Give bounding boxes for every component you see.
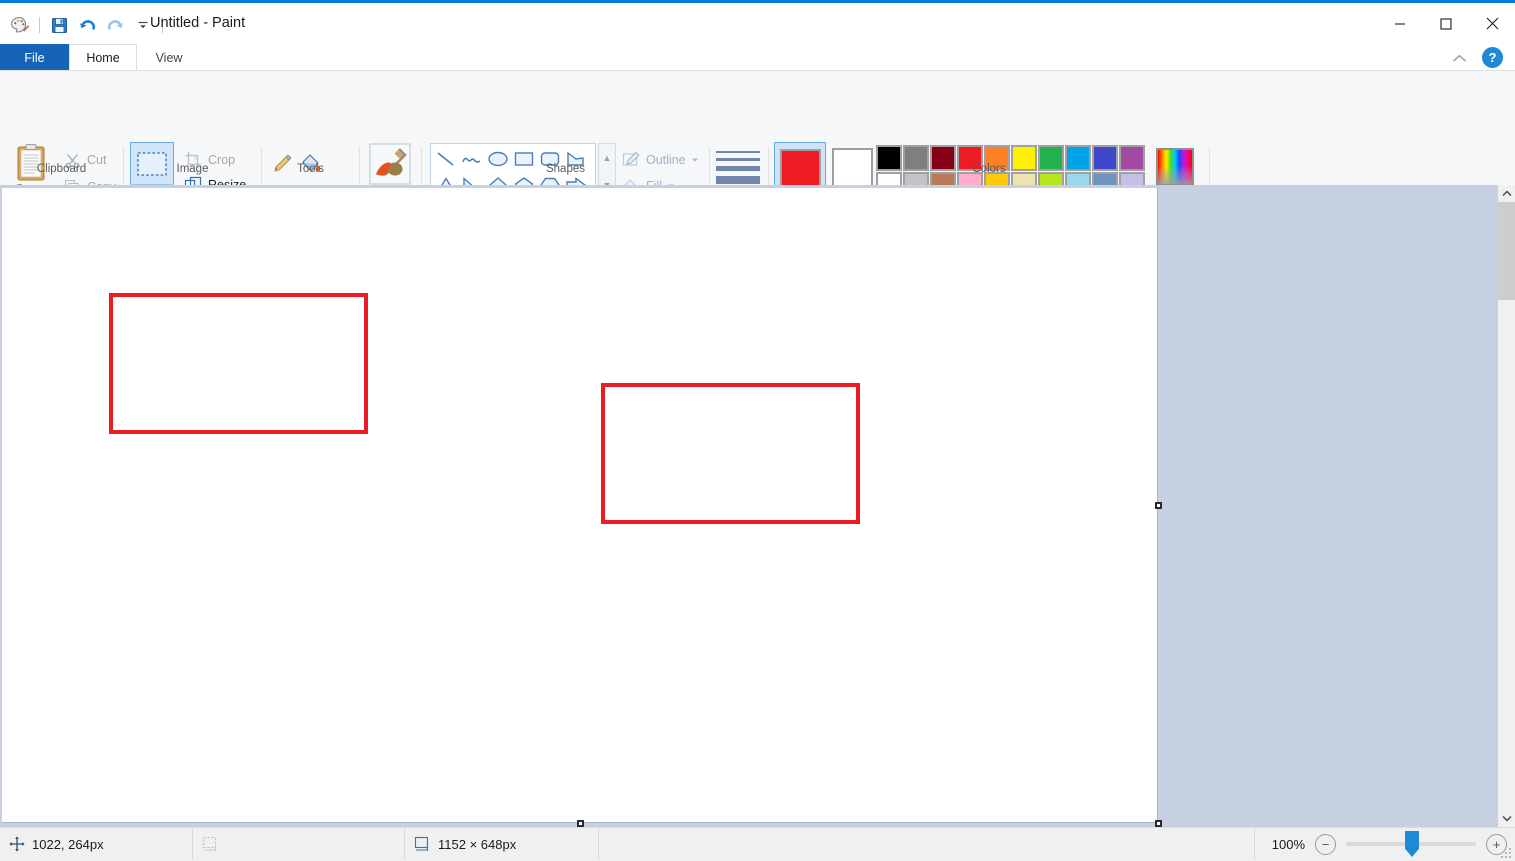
selection-size-field	[193, 828, 405, 860]
window-resize-grip[interactable]	[1501, 847, 1513, 859]
group-label-clipboard: Clipboard	[36, 163, 87, 175]
close-button[interactable]	[1469, 3, 1515, 44]
scroll-up-button[interactable]	[1498, 185, 1515, 202]
selection-size-icon	[202, 836, 217, 851]
zoom-level-label: 100%	[1271, 836, 1305, 852]
tab-home[interactable]: Home	[69, 44, 137, 71]
status-spacer	[599, 828, 1255, 860]
ribbon-tabs: File Home View	[0, 44, 1515, 71]
group-label-tools: Tools	[297, 163, 324, 175]
scroll-down-button[interactable]	[1498, 810, 1515, 827]
save-icon[interactable]	[45, 12, 73, 38]
image-size-field: 1152 × 648px	[405, 828, 599, 860]
status-bar: 1022, 264px 1152 × 648px 100% − +	[0, 827, 1515, 861]
image-size-value: 1152 × 648px	[438, 836, 517, 852]
image-size-icon	[414, 836, 429, 851]
group-label-colors: Colors	[972, 163, 1006, 175]
zoom-out-button[interactable]: −	[1315, 833, 1336, 855]
red-rectangle-2	[601, 383, 860, 524]
canvas-resize-handle-corner[interactable]	[1155, 820, 1162, 827]
title-bar: Untitled - Paint	[0, 3, 1515, 44]
canvas-resize-handle-right[interactable]	[1155, 502, 1162, 509]
tab-view[interactable]: View	[138, 44, 200, 71]
zoom-controls: 100% − +	[1272, 828, 1507, 860]
qat-divider	[39, 17, 40, 33]
group-label-image: Image	[176, 163, 209, 175]
minimize-button[interactable]	[1377, 3, 1423, 44]
tab-file[interactable]: File	[0, 44, 69, 71]
canvas-resize-handle-bottom[interactable]	[576, 820, 584, 827]
cursor-position-field: 1022, 264px	[0, 828, 193, 860]
cursor-position-value: 1022, 264px	[32, 836, 104, 852]
canvas-container	[2, 188, 1162, 827]
scrollbar-thumb[interactable]	[1498, 202, 1515, 300]
maximize-button[interactable]	[1423, 3, 1469, 44]
vertical-scrollbar[interactable]	[1498, 185, 1515, 827]
ribbon-group-labels: Clipboard Image Tools Shapes Colors	[0, 163, 1515, 185]
window-title: Untitled - Paint	[150, 15, 246, 31]
red-rectangle-1	[109, 293, 368, 434]
window-controls	[1377, 3, 1515, 44]
canvas-workspace	[0, 185, 1515, 827]
quick-access-toolbar	[6, 11, 168, 39]
undo-icon[interactable]	[73, 12, 101, 38]
help-button[interactable]: ?	[1482, 47, 1503, 68]
zoom-slider-thumb[interactable]	[1405, 831, 1419, 857]
paint-palette-icon[interactable]	[6, 12, 34, 38]
redo-icon[interactable]	[101, 12, 129, 38]
cursor-position-icon	[9, 836, 25, 852]
paint-window: Untitled - Paint File Home View ? Cut Cr…	[0, 0, 1515, 861]
drawing-canvas[interactable]	[2, 188, 1158, 823]
collapse-ribbon-icon[interactable]	[1449, 49, 1469, 67]
group-label-shapes: Shapes	[545, 163, 585, 175]
zoom-slider-track[interactable]	[1346, 831, 1476, 857]
